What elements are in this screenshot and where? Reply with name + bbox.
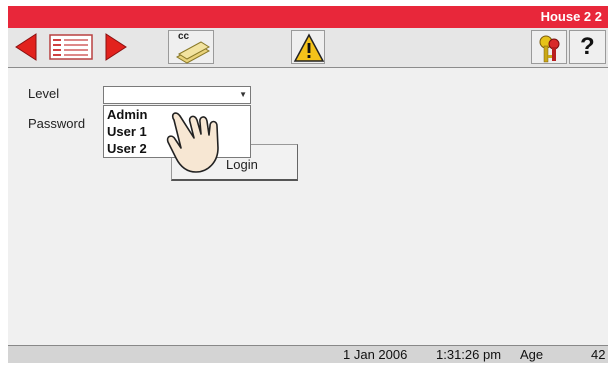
level-option-admin[interactable]: Admin <box>107 107 147 122</box>
login-keys-button[interactable] <box>531 30 567 64</box>
keys-icon <box>539 35 560 63</box>
list-icon <box>49 34 93 60</box>
cc-button[interactable]: cc <box>168 30 214 64</box>
dropdown-arrow-icon[interactable]: ▼ <box>239 90 247 99</box>
left-arrow-icon <box>15 33 37 61</box>
login-panel <box>8 68 608 345</box>
money-icon <box>175 41 211 64</box>
list-view-button[interactable] <box>44 30 98 64</box>
window-title: House 2 2 <box>540 9 602 24</box>
alarm-button[interactable] <box>291 30 325 64</box>
next-button[interactable] <box>100 30 132 64</box>
title-bar: House 2 2 <box>8 6 608 28</box>
level-label: Level <box>28 86 60 101</box>
password-label: Password <box>28 116 86 131</box>
hand-cursor-icon <box>166 112 219 173</box>
toolbar: cc ? <box>8 28 608 68</box>
status-bar: 1 Jan 2006 1:31:26 pm Age 42 <box>8 345 608 363</box>
status-age-value: 42 <box>591 347 606 362</box>
help-icon: ? <box>580 33 595 60</box>
level-option-user-1[interactable]: User 1 <box>107 124 147 139</box>
status-date: 1 Jan 2006 <box>343 347 408 362</box>
level-select[interactable]: ▼ <box>103 86 251 104</box>
warning-icon <box>293 33 325 62</box>
prev-button[interactable] <box>10 30 42 64</box>
help-button[interactable]: ? <box>569 30 606 64</box>
right-arrow-icon <box>105 33 127 61</box>
level-option-user-2[interactable]: User 2 <box>107 141 147 156</box>
status-time: 1:31:26 pm <box>436 347 502 362</box>
status-age-label: Age <box>520 347 544 362</box>
